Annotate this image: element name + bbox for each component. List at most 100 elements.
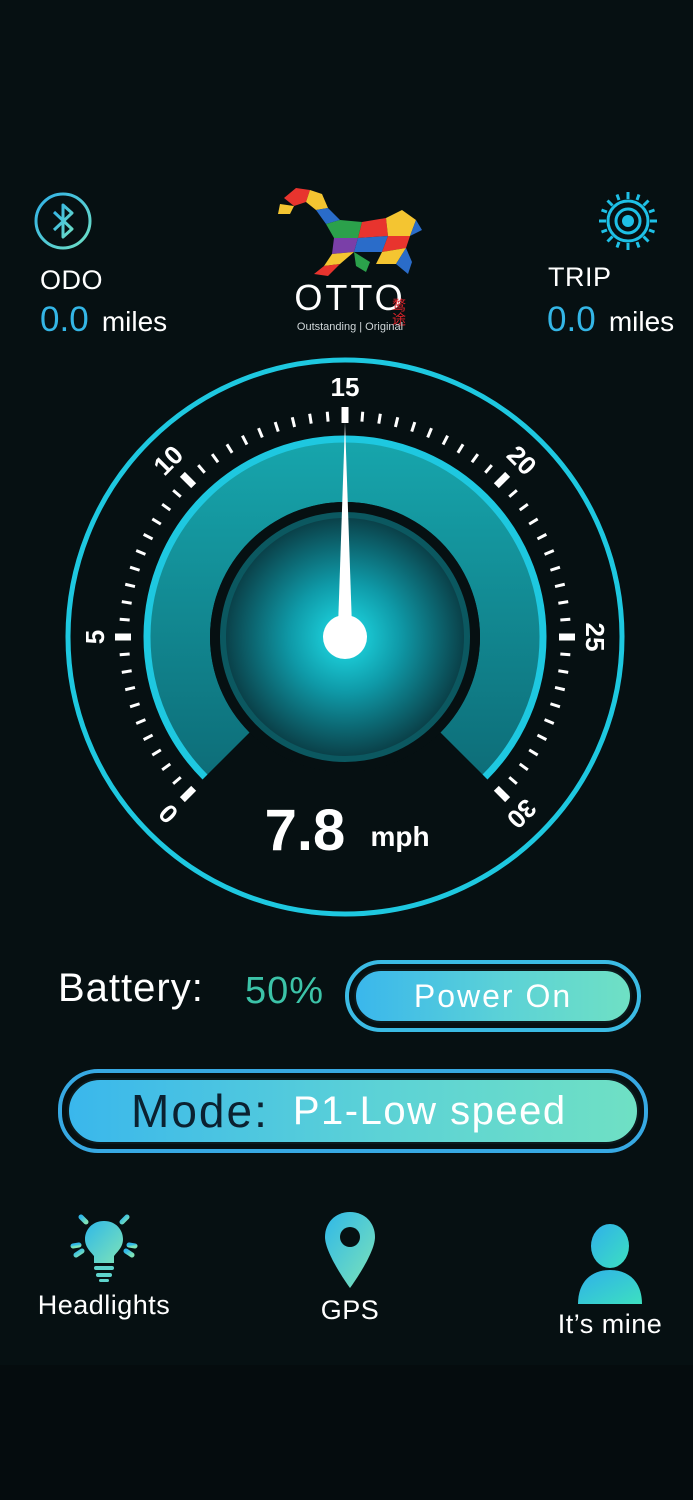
gauge-minor-tick [172,776,182,785]
gauge-minor-tick [456,443,465,454]
gauge-minor-tick [360,411,365,422]
gauge-minor-tick [549,565,561,572]
gauge-minor-tick [172,489,182,498]
logo-tagline: Outstanding | Original [297,321,403,333]
gauge-minor-tick [210,453,220,464]
gauge-minor-tick [536,733,548,741]
gauge-minor-tick [518,502,529,512]
nav-headlights[interactable]: Headlights [24,1205,184,1321]
gauge-tick-label: 0 [153,798,184,829]
gauge-minor-tick [528,517,539,526]
gauge-minor-tick [129,565,141,572]
gauge-minor-tick [151,517,162,526]
trip-label: TRIP [548,262,612,292]
gauge-minor-tick [124,582,136,589]
gauge-minor-tick [558,600,569,605]
odo-readout: 0.0 miles [40,300,167,340]
odo-label: ODO [40,265,104,295]
mode-selector-face: Mode: P1-Low speed [67,1078,639,1144]
horse-logo-icon: OTTO 鹜途 Outstanding | Original [278,188,422,333]
gauge-minor-tick [543,549,555,556]
nav-gps[interactable]: GPS [295,1210,405,1326]
gauge-minor-tick [124,685,136,692]
trip-readout: 0.0 miles [547,300,674,340]
gauge-minor-tick [518,762,529,772]
gauge-minor-tick [560,652,571,657]
gauge-minor-tick [119,652,130,657]
gauge-minor-tick [197,464,206,474]
gauge-minor-tick [558,669,569,674]
gauge-minor-tick [393,416,400,428]
power-on-button[interactable]: Power On [345,960,641,1032]
gauge-minor-tick [273,421,280,433]
speed-value: 7.8 [265,798,346,863]
gauge-minor-tick [308,413,313,424]
nav-gps-label: GPS [320,1295,380,1325]
gauge-tick-label: 15 [331,372,360,402]
gauge-minor-tick [549,702,561,709]
gauge-minor-tick [241,434,249,446]
gauge-minor-tick [135,549,147,556]
power-on-label: Power On [413,977,573,1014]
bottom-bar [0,1365,693,1500]
gauge-minor-tick [484,464,493,474]
gauge-major-tick [179,471,197,489]
nav-headlights-label: Headlights [37,1290,171,1320]
gauge-minor-tick [528,748,539,757]
mode-value: P1-Low speed [292,1088,567,1133]
gauge-major-tick [179,785,197,803]
gauge-tick-label: 25 [580,623,610,652]
trip-value: 0.0 [547,300,596,339]
gauge-minor-tick [135,718,147,725]
gauge-minor-tick [151,748,162,757]
bluetooth-button[interactable] [32,190,94,252]
user-icon [578,1224,642,1304]
gauge-minor-tick [142,533,154,541]
power-on-button-face: Power On [354,969,632,1023]
gauge-minor-tick [161,502,172,512]
gauge-minor-tick [554,582,566,589]
gauge-tick-label: 5 [80,630,110,644]
gauge-minor-tick [426,427,433,439]
gauge-minor-tick [121,600,132,605]
nav-its-mine[interactable]: It’s mine [540,1222,680,1340]
gauge-minor-tick [560,617,571,622]
gauge-minor-tick [121,669,132,674]
gauge-minor-tick [142,733,154,741]
speed-unit: mph [370,821,429,852]
mode-selector-button[interactable]: Mode: P1-Low speed [58,1069,648,1153]
map-pin-icon [325,1212,375,1288]
gauge-minor-tick [543,718,555,725]
bluetooth-icon [34,192,92,250]
battery-value: 50% [245,970,325,1012]
gauge-minor-tick [377,413,382,424]
nav-its-mine-label: It’s mine [557,1309,663,1339]
brand-logo: OTTO 鹜途 Outstanding | Original [270,180,430,340]
target-icon [599,192,657,250]
logo-wordmark: OTTO [294,277,405,318]
gauge-minor-tick [129,702,141,709]
gauge-minor-tick [119,617,130,622]
gauge-minor-tick [225,443,234,454]
gauge-minor-tick [508,489,518,498]
location-target-button[interactable] [597,190,659,252]
speedometer: 051015202530 7.8 mph [65,357,625,917]
gauge-minor-tick [508,776,518,785]
odo-value: 0.0 [40,300,89,339]
mode-label: Mode: [131,1085,269,1137]
gauge-major-tick [493,471,511,489]
gauge-minor-tick [470,453,480,464]
gauge-major-tick [493,785,511,803]
gauge-minor-tick [161,762,172,772]
trip-unit: miles [608,306,675,337]
battery-label: Battery: [58,966,204,1010]
odo-unit: miles [101,306,168,337]
gauge-minor-tick [554,685,566,692]
gauge-minor-tick [410,421,417,433]
bulb-icon [68,1205,140,1282]
gauge-minor-tick [536,533,548,541]
gauge-minor-tick [441,434,449,446]
gauge-minor-tick [325,411,330,422]
gauge-minor-tick [257,427,264,439]
gauge-minor-tick [290,416,297,428]
